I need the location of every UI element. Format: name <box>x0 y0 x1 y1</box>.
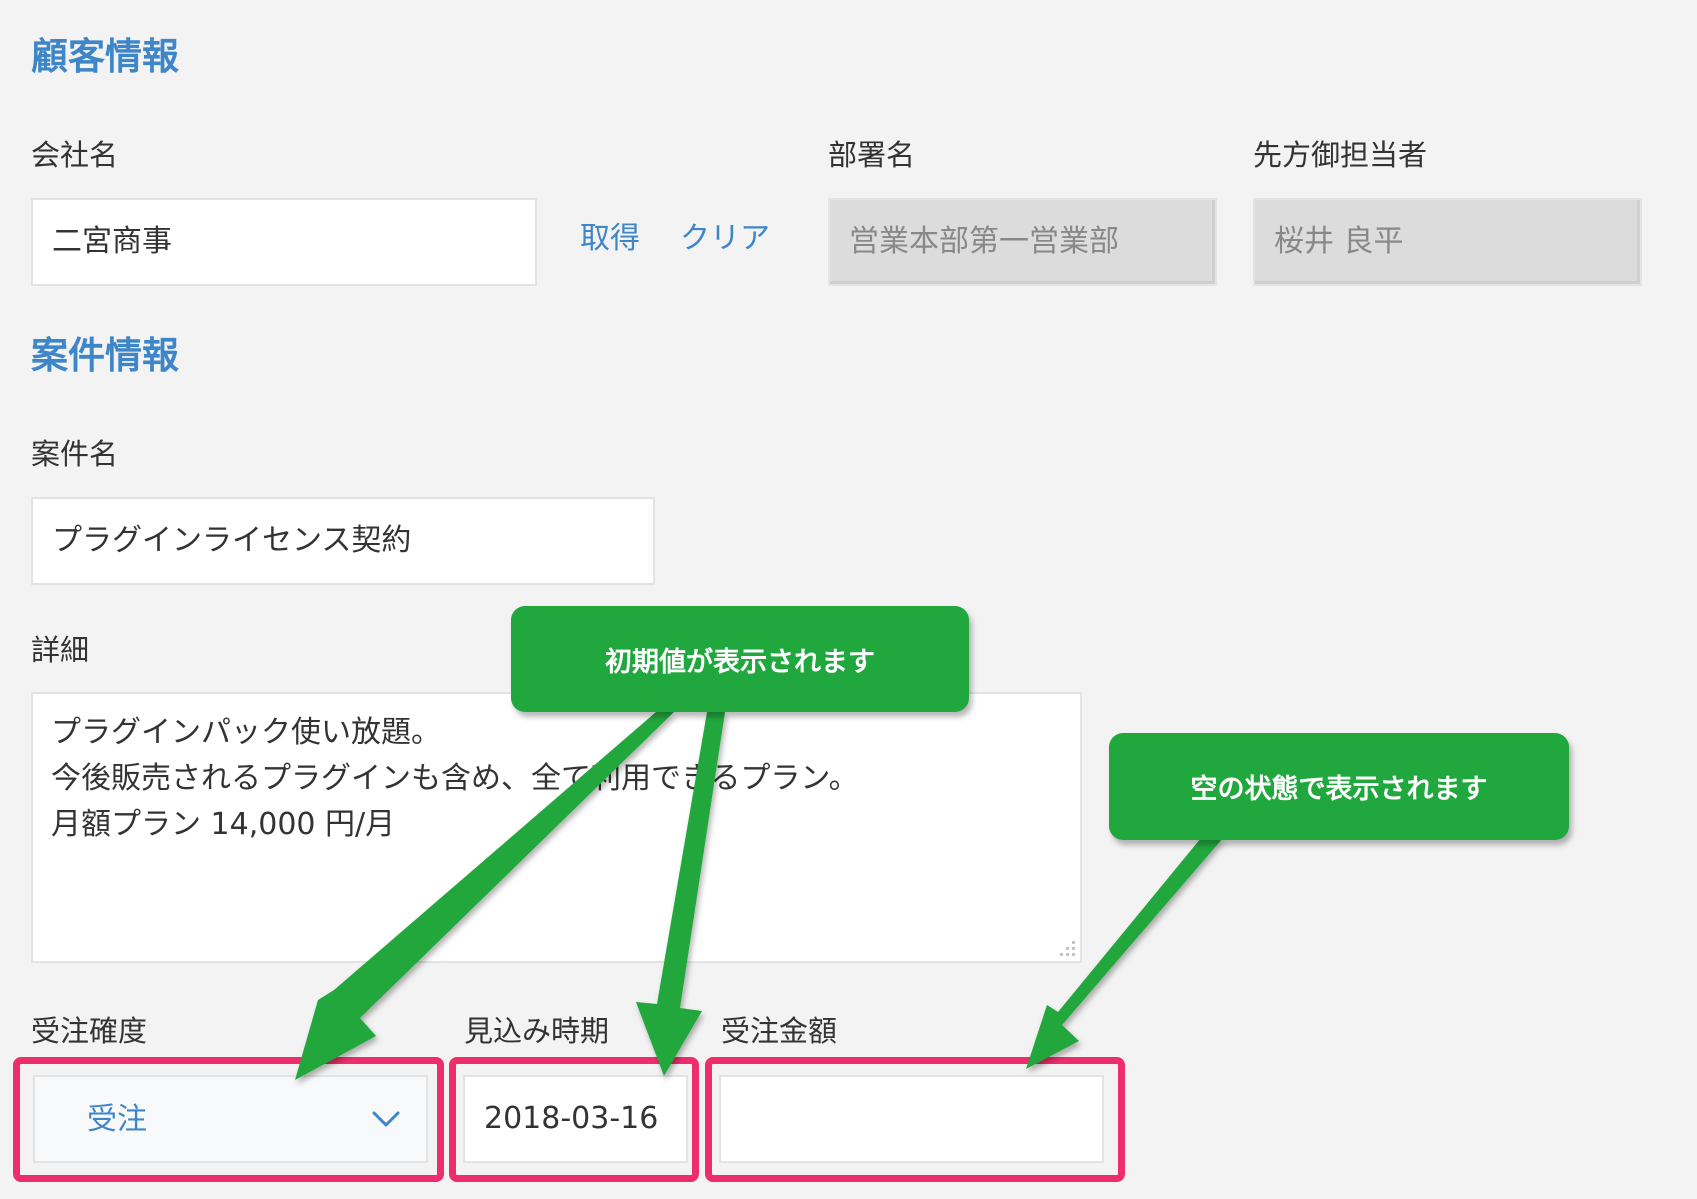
arrow-to-expected-date <box>636 712 725 1076</box>
initial-value-callout: 初期値が表示されます <box>511 606 969 712</box>
arrow-to-amount <box>1026 838 1223 1069</box>
empty-state-callout: 空の状態で表示されます <box>1109 733 1569 840</box>
arrow-to-probability <box>295 712 674 1080</box>
annotation-arrows <box>295 712 1223 1080</box>
